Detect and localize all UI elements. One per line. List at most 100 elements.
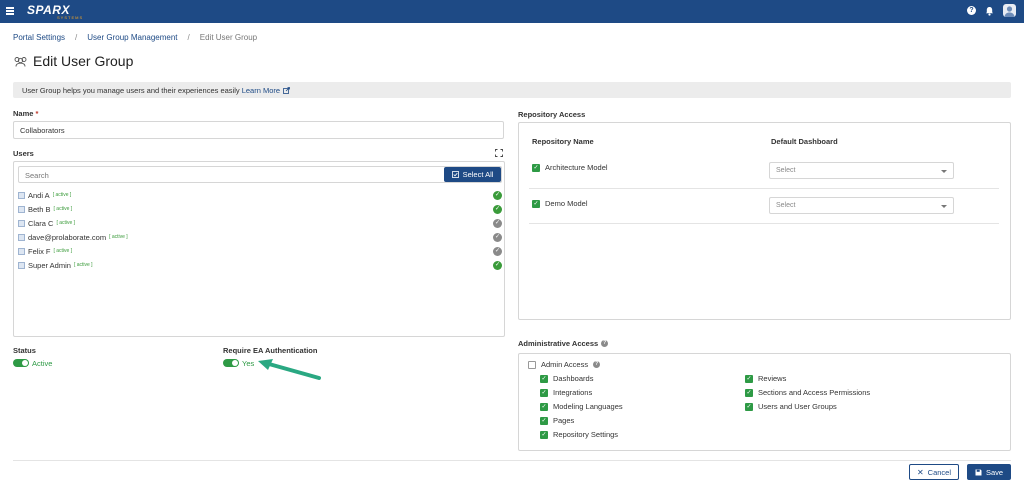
status-label: Status [13, 346, 36, 355]
user-name: Felix F [28, 246, 51, 256]
repo-name-header: Repository Name [532, 137, 594, 146]
user-status: [ active ] [56, 220, 76, 226]
unselected-check-icon[interactable]: ✓ [493, 218, 502, 228]
checkbox-checked-icon[interactable]: ✓ [745, 374, 753, 383]
perm-label: Repository Settings [553, 430, 619, 439]
perm-users-and-user-groups[interactable]: ✓ Users and User Groups [745, 402, 837, 411]
perm-modeling-languages[interactable]: ✓ Modeling Languages [540, 402, 623, 411]
ea-auth-value: Yes [242, 359, 255, 368]
checkbox-unchecked-icon[interactable] [528, 360, 536, 369]
selected-check-icon[interactable]: ✓ [493, 190, 502, 200]
user-name: dave@prolaborate.com [28, 232, 107, 242]
checkbox-checked-icon[interactable]: ✓ [540, 374, 548, 383]
notification-bell-icon[interactable] [985, 6, 994, 16]
expand-icon[interactable] [495, 149, 503, 157]
banner-text: User Group helps you manage users and th… [22, 86, 242, 95]
user-status: [ active ] [109, 234, 128, 240]
default-dashboard-header: Default Dashboard [771, 137, 838, 146]
sparx-logo[interactable]: SPARX SYSTEMS [27, 3, 83, 20]
user-row[interactable]: Clara C [ active ] ✓ [17, 216, 502, 230]
perm-integrations[interactable]: ✓ Integrations [540, 388, 592, 397]
cancel-button[interactable]: ✕ Cancel [909, 464, 959, 480]
learn-more-link[interactable]: Learn More [242, 86, 280, 95]
required-marker: * [35, 109, 39, 118]
checkbox-checked-icon[interactable]: ✓ [540, 388, 548, 397]
user-row[interactable]: dave@prolaborate.com [ active ] ✓ [17, 230, 502, 244]
checkbox-checked-icon[interactable]: ✓ [745, 388, 753, 397]
status-toggle[interactable] [13, 359, 29, 367]
info-icon[interactable]: ? [593, 361, 601, 368]
user-icon [18, 247, 25, 255]
perm-label: Modeling Languages [553, 402, 623, 411]
select-all-button[interactable]: Select All [444, 167, 501, 182]
perm-reviews[interactable]: ✓ Reviews [745, 374, 786, 383]
user-row[interactable]: Felix F [ active ] ✓ [17, 244, 502, 258]
perm-dashboards[interactable]: ✓ Dashboards [540, 374, 593, 383]
breadcrumb: Portal Settings / User Group Management … [13, 33, 257, 42]
breadcrumb-user-group-management[interactable]: User Group Management [87, 33, 177, 42]
user-icon [18, 191, 25, 199]
perm-label: Dashboards [553, 374, 594, 383]
repo-name: Architecture Model [545, 163, 608, 172]
info-banner: User Group helps you manage users and th… [13, 82, 1011, 98]
user-row[interactable]: Super Admin [ active ] ✓ [17, 258, 502, 272]
user-name: Beth B [28, 204, 51, 214]
repo-row-architecture-model[interactable]: ✓ Architecture Model [532, 163, 608, 172]
user-icon [18, 261, 25, 269]
hamburger-menu-icon[interactable] [6, 7, 14, 15]
user-list: Andi A [ active ] ✓ Beth B [ active ] ✓ … [17, 188, 502, 272]
annotation-arrow-icon [258, 359, 321, 380]
ea-auth-label: Require EA Authentication [223, 346, 318, 355]
user-row[interactable]: Andi A [ active ] ✓ [17, 188, 502, 202]
user-status: [ active ] [53, 206, 73, 212]
checkbox-checked-icon[interactable]: ✓ [745, 402, 753, 411]
checkbox-checked-icon[interactable]: ✓ [540, 430, 548, 439]
selected-check-icon[interactable]: ✓ [493, 204, 502, 214]
checkbox-checked-icon[interactable]: ✓ [532, 163, 540, 172]
administrative-access-panel: Admin Access ? ✓ Dashboards ✓ Integratio… [518, 353, 1011, 451]
repository-access-label: Repository Access [518, 110, 586, 119]
unselected-check-icon[interactable]: ✓ [493, 246, 502, 256]
user-status: [ active ] [53, 248, 73, 254]
unselected-check-icon[interactable]: ✓ [493, 232, 502, 242]
breadcrumb-separator: / [75, 33, 78, 42]
select-placeholder: Select [776, 167, 796, 174]
admin-access-label: Admin Access [541, 360, 589, 369]
checkbox-checked-icon[interactable]: ✓ [532, 199, 540, 208]
help-icon[interactable]: ? [967, 6, 976, 15]
perm-sections-and-access-permissions[interactable]: ✓ Sections and Access Permissions [745, 388, 870, 397]
repo-row-demo-model[interactable]: ✓ Demo Model [532, 199, 588, 208]
perm-label: Integrations [553, 388, 593, 397]
save-icon [975, 469, 982, 475]
admin-access-checkbox-row[interactable]: Admin Access ? [528, 360, 601, 369]
checkbox-checked-icon[interactable]: ✓ [540, 416, 548, 425]
logo-subtext: SYSTEMS [57, 15, 84, 20]
divider [529, 188, 999, 189]
user-search-input[interactable]: Search [18, 166, 502, 183]
user-avatar-icon[interactable] [1003, 4, 1016, 17]
dashboard-select[interactable]: Select [769, 197, 954, 214]
chevron-down-icon [941, 170, 947, 173]
perm-pages[interactable]: ✓ Pages [540, 416, 574, 425]
divider [529, 223, 999, 224]
perm-repository-settings[interactable]: ✓ Repository Settings [540, 430, 618, 439]
select-all-icon [451, 171, 459, 178]
admin-section-text: Administrative Access [518, 339, 599, 348]
user-row[interactable]: Beth B [ active ] ✓ [17, 202, 502, 216]
dashboard-select[interactable]: Select [769, 162, 954, 179]
repository-access-panel: Repository Name Default Dashboard ✓ Arch… [518, 122, 1011, 320]
page-title: Edit User Group [33, 53, 134, 69]
name-input[interactable]: Collaborators [13, 121, 504, 139]
save-label: Save [985, 467, 1004, 477]
name-label-text: Name [13, 109, 34, 118]
user-name: Clara C [28, 218, 54, 228]
save-button[interactable]: Save [967, 464, 1011, 480]
external-link-icon[interactable] [283, 87, 291, 94]
chevron-down-icon [941, 205, 947, 208]
select-all-label: Select All [462, 170, 494, 179]
selected-check-icon[interactable]: ✓ [493, 260, 502, 270]
info-icon[interactable]: ? [601, 340, 609, 347]
breadcrumb-portal-settings[interactable]: Portal Settings [13, 33, 65, 42]
checkbox-checked-icon[interactable]: ✓ [540, 402, 548, 411]
ea-auth-toggle[interactable] [223, 359, 239, 367]
